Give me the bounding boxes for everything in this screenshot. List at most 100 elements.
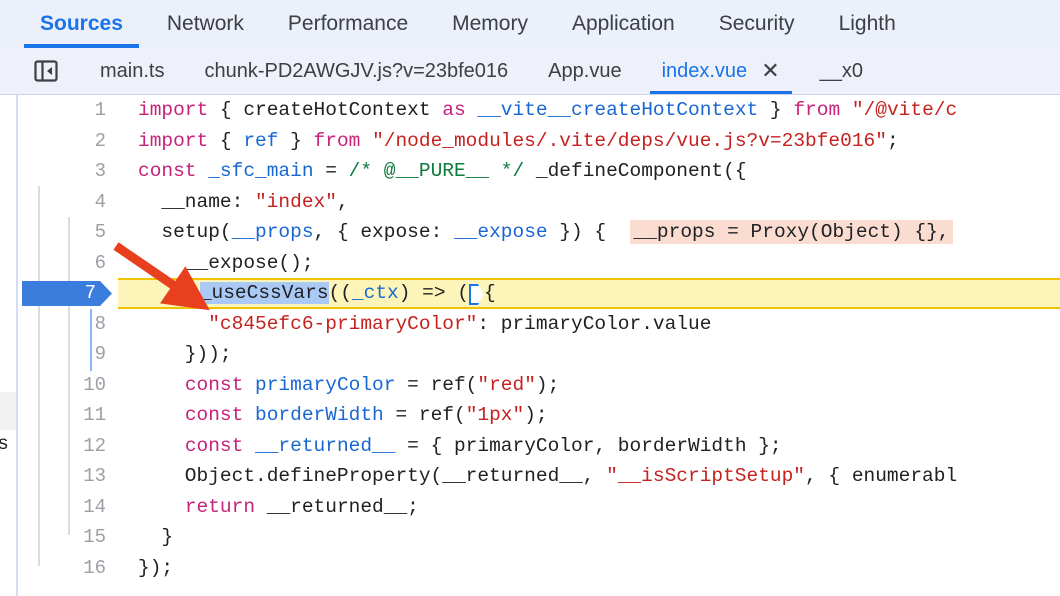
file-tab-index-vue[interactable]: index.vue ✕	[641, 48, 800, 94]
code-line[interactable]: 3 const _sfc_main = /* @__PURE__ */ _defi…	[20, 156, 1060, 187]
code-line[interactable]: 10 const primaryColor = ref("red");	[20, 370, 1060, 401]
code-token: const	[184, 434, 244, 457]
code-line[interactable]: 4 __name: "index",	[20, 187, 1060, 218]
code-token: ,	[336, 190, 349, 213]
step-into-marker-icon[interactable]	[185, 284, 200, 301]
file-tab--x0[interactable]: __x0	[800, 48, 883, 94]
code-line-text: __expose();	[138, 248, 314, 279]
code-token: __expose();	[138, 251, 314, 274]
code-token: _ctx	[351, 282, 399, 304]
panel-tab-network[interactable]: Network	[145, 0, 266, 48]
file-tab-label: chunk-PD2AWGJV.js?v=23bfe016	[204, 59, 509, 82]
line-number[interactable]: 13	[20, 461, 118, 492]
code-line[interactable]: 14 return __returned__;	[20, 492, 1060, 523]
line-number[interactable]: 11	[20, 400, 118, 431]
code-token: });	[138, 556, 174, 579]
code-line-text: const _sfc_main = /* @__PURE__ */ _defin…	[138, 156, 747, 187]
panel-tab-security[interactable]: Security	[697, 0, 817, 48]
line-number[interactable]: 10	[20, 370, 118, 401]
close-icon[interactable]: ✕	[761, 60, 779, 82]
code-token: );	[524, 404, 548, 426]
code-token: from	[793, 99, 841, 121]
panel-tab-lighth[interactable]: Lighth	[817, 0, 918, 48]
file-tab-app-vue[interactable]: App.vue	[528, 48, 641, 94]
code-line[interactable]: 16});	[20, 553, 1060, 584]
line-number[interactable]: 3	[20, 156, 118, 187]
line-number[interactable]: 4	[20, 187, 118, 218]
line-number[interactable]: 9	[20, 339, 118, 370]
file-tabs-list: main.ts chunk-PD2AWGJV.js?v=23bfe016 App.v…	[80, 48, 883, 94]
code-token: "index"	[255, 190, 337, 213]
panel-tab-memory[interactable]: Memory	[430, 0, 550, 48]
editor-file-tabbar: main.ts chunk-PD2AWGJV.js?v=23bfe016 App.v…	[0, 48, 1060, 95]
code-line-text: setup(__props, { expose: __expose }) { _…	[138, 217, 954, 248]
line-number[interactable]: 12	[20, 431, 118, 462]
code-token: import	[138, 129, 220, 152]
line-number[interactable]: 2	[20, 126, 118, 157]
code-token: ;	[886, 129, 899, 152]
code-token: _sfc_main	[208, 160, 314, 182]
code-line[interactable]: 15 }	[20, 522, 1060, 553]
code-line[interactable]: 2 import { ref } from "/node_modules/.vit…	[20, 126, 1060, 157]
line-number[interactable]: 14	[20, 492, 118, 523]
code-token: {	[483, 282, 496, 304]
panel-tab-sources[interactable]: Sources	[18, 0, 145, 48]
code-line[interactable]: 9 }));	[20, 339, 1060, 370]
code-token: }	[758, 99, 794, 121]
code-token: );	[535, 373, 560, 396]
line-number[interactable]: 1	[20, 95, 118, 126]
panel-tab-application[interactable]: Application	[550, 0, 697, 48]
code-token: =	[313, 160, 349, 182]
code-line-text: __name: "index",	[138, 187, 349, 218]
code-token: import	[138, 99, 220, 121]
navigator-clipped-text: =s	[0, 433, 9, 455]
code-line[interactable]: 7 _useCssVars((_ctx) => ({	[20, 278, 1060, 309]
code-line[interactable]: 1 import { createHotContext as __vite__cr…	[20, 95, 1060, 126]
inline-variable-value[interactable]: __props = Proxy(Object) {},	[629, 220, 954, 244]
code-line[interactable]: 12 const __returned__ = { primaryColor, …	[20, 431, 1060, 462]
code-token: __expose	[453, 221, 548, 243]
file-tab-chunk-pd2awgjv-js-v-23bfe016[interactable]: chunk-PD2AWGJV.js?v=23bfe016	[184, 48, 528, 94]
code-token: __returned__	[255, 434, 396, 457]
step-into-marker-outline-icon[interactable]	[469, 284, 484, 301]
code-token: = ref(	[395, 373, 478, 396]
code-lines: 1 import { createHotContext as __vite__cr…	[20, 95, 1060, 583]
code-line[interactable]: 5 setup(__props, { expose: __expose }) {…	[20, 217, 1060, 248]
code-token: = ref(	[383, 404, 466, 426]
panel-tab-performance[interactable]: Performance	[266, 0, 430, 48]
line-number[interactable]: 8	[20, 309, 118, 340]
show-navigator-icon[interactable]	[30, 55, 62, 87]
code-token: "__isScriptSetup"	[606, 465, 806, 487]
code-token: setup(	[138, 221, 232, 243]
line-number[interactable]: 15	[20, 522, 118, 553]
code-line[interactable]: 6 __expose();	[20, 248, 1060, 279]
code-editor[interactable]: 1 import { createHotContext as __vite__cr…	[20, 95, 1060, 596]
code-token: __props	[231, 221, 314, 243]
code-line-text: });	[138, 553, 173, 584]
navigator-panel-sliver[interactable]: =s	[0, 95, 18, 596]
code-token: { createHotContext	[219, 99, 443, 121]
code-token: }));	[138, 343, 232, 365]
devtools-panel-tabbar: Sources Network Performance Memory Applicati…	[0, 0, 1060, 48]
file-tab-label: App.vue	[548, 59, 622, 82]
code-line[interactable]: 13 Object.defineProperty(__returned__, "…	[20, 461, 1060, 492]
code-line-text: const primaryColor = ref("red");	[138, 370, 560, 401]
line-number[interactable]: 5	[20, 217, 118, 248]
code-token: borderWidth	[255, 404, 384, 426]
line-number[interactable]: 16	[20, 553, 118, 584]
code-token: Object.defineProperty(__returned__,	[138, 465, 607, 487]
file-tab-main-ts[interactable]: main.ts	[80, 48, 184, 94]
code-token: "1px"	[465, 404, 525, 426]
line-number[interactable]: 6	[20, 248, 118, 279]
code-line[interactable]: 11 const borderWidth = ref("1px");	[20, 400, 1060, 431]
execution-line-number[interactable]: 7	[22, 281, 112, 306]
code-line[interactable]: 8 "c845efc6-primaryColor": primaryColor.…	[20, 309, 1060, 340]
code-line-text: const __returned__ = { primaryColor, bor…	[138, 431, 782, 462]
